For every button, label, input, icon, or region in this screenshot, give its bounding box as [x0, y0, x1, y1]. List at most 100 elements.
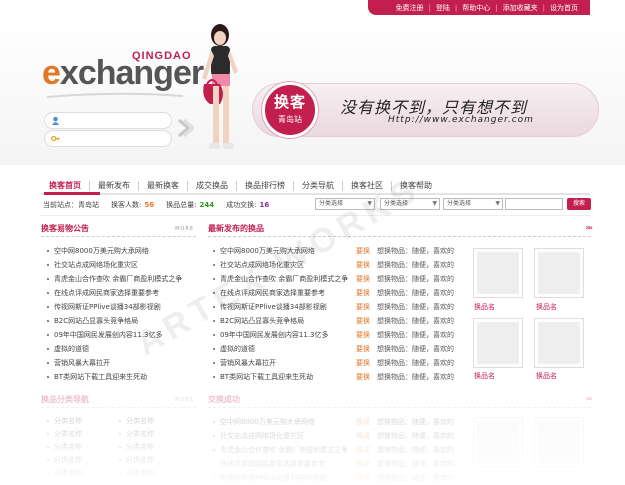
bottom-fade [0, 400, 625, 485]
notice-item[interactable]: 空中网8000万美元购大承网络 [45, 244, 195, 258]
exchange-tag: 要换 [356, 359, 370, 367]
status-divider [41, 215, 591, 216]
notice-item[interactable]: 在线点评成网民商家选择重要参考 [45, 286, 195, 300]
newest-item[interactable]: B2C网站凸显寡头竞争格局 要换 想换物品：随便，喜欢的 [211, 314, 469, 328]
wanted-item-desc: 想换物品：随便，喜欢的 [377, 317, 454, 325]
exchange-tag: 要换 [356, 275, 370, 283]
location-label: 当前站点： [43, 201, 78, 209]
bullet-icon [47, 250, 49, 252]
users-count: 56 [144, 201, 155, 209]
category-select-3[interactable]: 分类选择 ▼ [443, 198, 503, 210]
item-title[interactable]: 传视网斯证PPlive谈播34部影视剧 [54, 303, 161, 311]
exchange-tag: 要换 [356, 289, 370, 297]
bullet-icon [47, 376, 49, 378]
badge-subtitle: 青岛站 [278, 115, 302, 124]
item-title[interactable]: 在线点评成网民商家选择重要参考 [54, 289, 159, 297]
username-field[interactable] [44, 112, 172, 129]
search-button[interactable]: 搜索 [567, 198, 591, 210]
newest-header: 最新发布的换品 »» [208, 223, 593, 237]
nav-categories[interactable]: 分类导航 [294, 180, 342, 191]
set-homepage-link[interactable]: 设为首页 [550, 3, 578, 13]
bullet-icon [47, 320, 49, 322]
item-title[interactable]: 营销风暴大幕拉开 [220, 359, 276, 367]
wanted-item-desc: 想换物品：随便，喜欢的 [377, 345, 454, 353]
login-arrow-button[interactable] [176, 118, 194, 138]
product-name[interactable]: 换品名 [536, 371, 557, 381]
exchange-tag: 要换 [356, 345, 370, 353]
logo[interactable]: exchanger [42, 54, 204, 92]
chevron-down-icon: ▼ [495, 200, 500, 207]
item-title[interactable]: B2C网站凸显寡头竞争格局 [220, 317, 304, 325]
newest-item[interactable]: 09年中国网民发展创内容11.3亿多 要换 想换物品：随便，喜欢的 [211, 328, 469, 342]
exchange-tag: 要换 [356, 247, 370, 255]
product-name[interactable]: 换品名 [474, 371, 495, 381]
item-title[interactable]: 营销风暴大幕拉开 [54, 359, 110, 367]
wanted-item-desc: 想换物品：随便，喜欢的 [377, 247, 454, 255]
item-title[interactable]: 虚拟的道德 [220, 345, 255, 353]
item-title[interactable]: 空中网8000万美元购大承网络 [54, 247, 149, 255]
register-link[interactable]: 免费注册 [396, 3, 424, 13]
nav-latest-exchangers[interactable]: 最新换客 [139, 180, 187, 191]
bullet-icon [47, 348, 49, 350]
wanted-item-desc: 想换物品：随便，喜欢的 [377, 359, 454, 367]
logo-text: xchanger [59, 54, 204, 92]
nav-deals[interactable]: 成交换品 [188, 180, 236, 191]
product-thumbnail[interactable] [473, 318, 523, 368]
double-chevron-icon[interactable]: »» [585, 223, 593, 232]
item-title[interactable]: 社交站点成网络场化重灾区 [54, 261, 138, 269]
item-title[interactable]: B2C网站凸显寡头竞争格局 [54, 317, 138, 325]
bullet-icon [213, 264, 215, 266]
product-thumbnail[interactable] [534, 248, 584, 298]
bullet-icon [213, 334, 215, 336]
bullet-icon [213, 362, 215, 364]
nav-home[interactable]: 换客首页 [41, 180, 89, 191]
notice-header: 换客易物公告 MORE [41, 223, 196, 237]
notice-item[interactable]: BT类网站下载工具迎来生死劫 [45, 370, 195, 384]
site-url: Http://www.exchanger.com [388, 115, 534, 125]
newest-title: 最新发布的换品 [208, 224, 264, 233]
wanted-item-desc: 想换物品：随便，喜欢的 [377, 289, 454, 297]
item-title[interactable]: 青虎金山合作查吹 余霸厂商盈利模式之争 [54, 275, 182, 283]
exchange-tag: 要换 [356, 373, 370, 381]
item-title[interactable]: BT类网站下载工具迎来生死劫 [220, 373, 313, 381]
notice-more-link[interactable]: MORE [175, 226, 194, 232]
bullet-icon [47, 264, 49, 266]
users-label: 换客人数: [111, 201, 142, 209]
model-figure-image [202, 24, 238, 149]
success-label: 成功交换: [226, 201, 257, 209]
exchange-tag: 要换 [356, 303, 370, 311]
product-thumbnail[interactable] [473, 248, 523, 298]
item-title[interactable]: 09年中国网民发展创内容11.3亿多 [220, 331, 329, 339]
key-icon [51, 135, 60, 142]
badge-title: 换客 [273, 93, 306, 111]
success-count: 16 [259, 201, 270, 209]
add-favorite-link[interactable]: 添加收藏夹 [503, 3, 538, 13]
newest-item[interactable]: 虚拟的道德 要换 想换物品：随便，喜欢的 [211, 342, 469, 356]
wanted-item-desc: 想换物品：随便，喜欢的 [377, 373, 454, 381]
bullet-icon [47, 362, 49, 364]
nav-active-indicator [44, 192, 100, 195]
newest-item[interactable]: BT类网站下载工具迎来生死劫 要换 想换物品：随便，喜欢的 [211, 370, 469, 384]
wanted-item-desc: 想换物品：随便，喜欢的 [377, 275, 454, 283]
nav-ranking[interactable]: 换品排行榜 [237, 180, 293, 191]
user-icon [51, 116, 60, 125]
wanted-item-desc: 想换物品：随便，喜欢的 [377, 261, 454, 269]
product-name[interactable]: 换品名 [536, 302, 557, 312]
search-input[interactable] [505, 198, 563, 210]
notice-item[interactable]: 社交站点成网络场化重灾区 [45, 258, 195, 272]
product-name[interactable]: 换品名 [474, 302, 495, 312]
item-title[interactable]: BT类网站下载工具迎来生死劫 [54, 373, 147, 381]
nav-latest-posts[interactable]: 最新发布 [90, 180, 138, 191]
bullet-icon [47, 306, 49, 308]
password-field[interactable] [44, 130, 172, 147]
product-thumbnail[interactable] [534, 318, 584, 368]
wanted-item-desc: 想换物品：随便，喜欢的 [377, 303, 454, 311]
logo-e: e [42, 54, 61, 92]
bullet-icon [213, 250, 215, 252]
notice-item[interactable]: 营销风暴大幕拉开 [45, 356, 195, 370]
newest-item[interactable]: 营销风暴大幕拉开 要换 想换物品：随便，喜欢的 [211, 356, 469, 370]
help-center-link[interactable]: 帮助中心 [462, 3, 490, 13]
notice-item[interactable]: 青虎金山合作查吹 余霸厂商盈利模式之争 [45, 272, 195, 286]
item-title[interactable]: 虚拟的道德 [54, 345, 89, 353]
login-link[interactable]: 登陆 [436, 3, 450, 13]
